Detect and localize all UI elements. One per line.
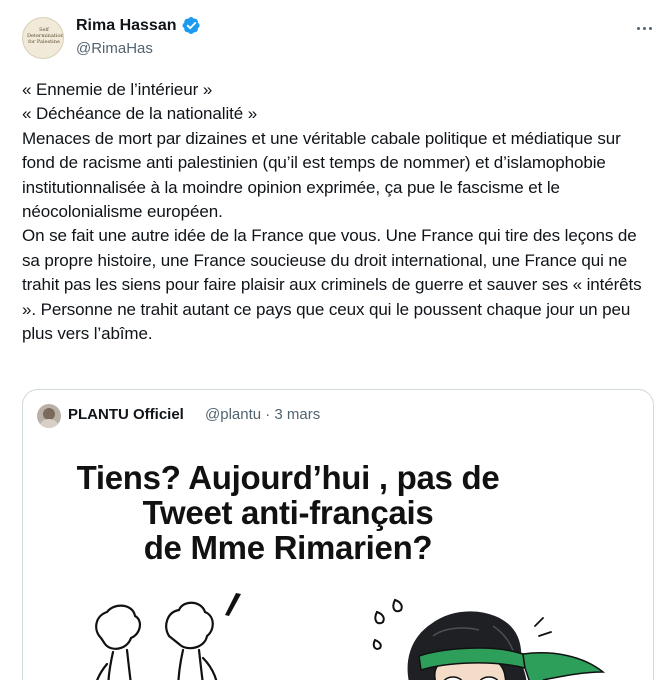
quoted-author-avatar[interactable]	[37, 404, 61, 428]
avatar-logo-text: Self Determination for Palestine	[27, 27, 64, 45]
tweet-line: On se fait une autre idée de la France q…	[22, 226, 642, 344]
author-avatar[interactable]: Self Determination for Palestine	[22, 17, 64, 59]
tweet: Self Determination for Palestine Rima Ha…	[0, 0, 665, 680]
tweet-line: « Ennemie de l’intérieur »	[22, 80, 213, 99]
quoted-author-name[interactable]: PLANTU Officiel	[68, 406, 184, 423]
more-options-icon[interactable]	[634, 18, 654, 38]
tweet-line: « Déchéance de la nationalité »	[22, 104, 258, 124]
quoted-tweet[interactable]: PLANTU Officiel @plantu · 3 mars Tiens? …	[22, 389, 654, 680]
quoted-cartoon-image[interactable]: Tiens? Aujourd’hui , pas de Tweet anti-f…	[23, 440, 653, 680]
quoted-author-meta[interactable]: @plantu · 3 mars	[205, 406, 320, 423]
tweet-text: « Ennemie de l’intérieur » « Déchéance d…	[22, 78, 652, 346]
author-name[interactable]: Rima Hassan	[76, 17, 177, 35]
author-handle[interactable]: @RimaHas	[76, 40, 153, 57]
verified-badge-icon	[182, 16, 200, 35]
tweet-line: Menaces de mort par dizaines et une véri…	[22, 128, 621, 222]
cartoon-caption: Tiens? Aujourd’hui , pas de Tweet anti-f…	[76, 459, 500, 566]
